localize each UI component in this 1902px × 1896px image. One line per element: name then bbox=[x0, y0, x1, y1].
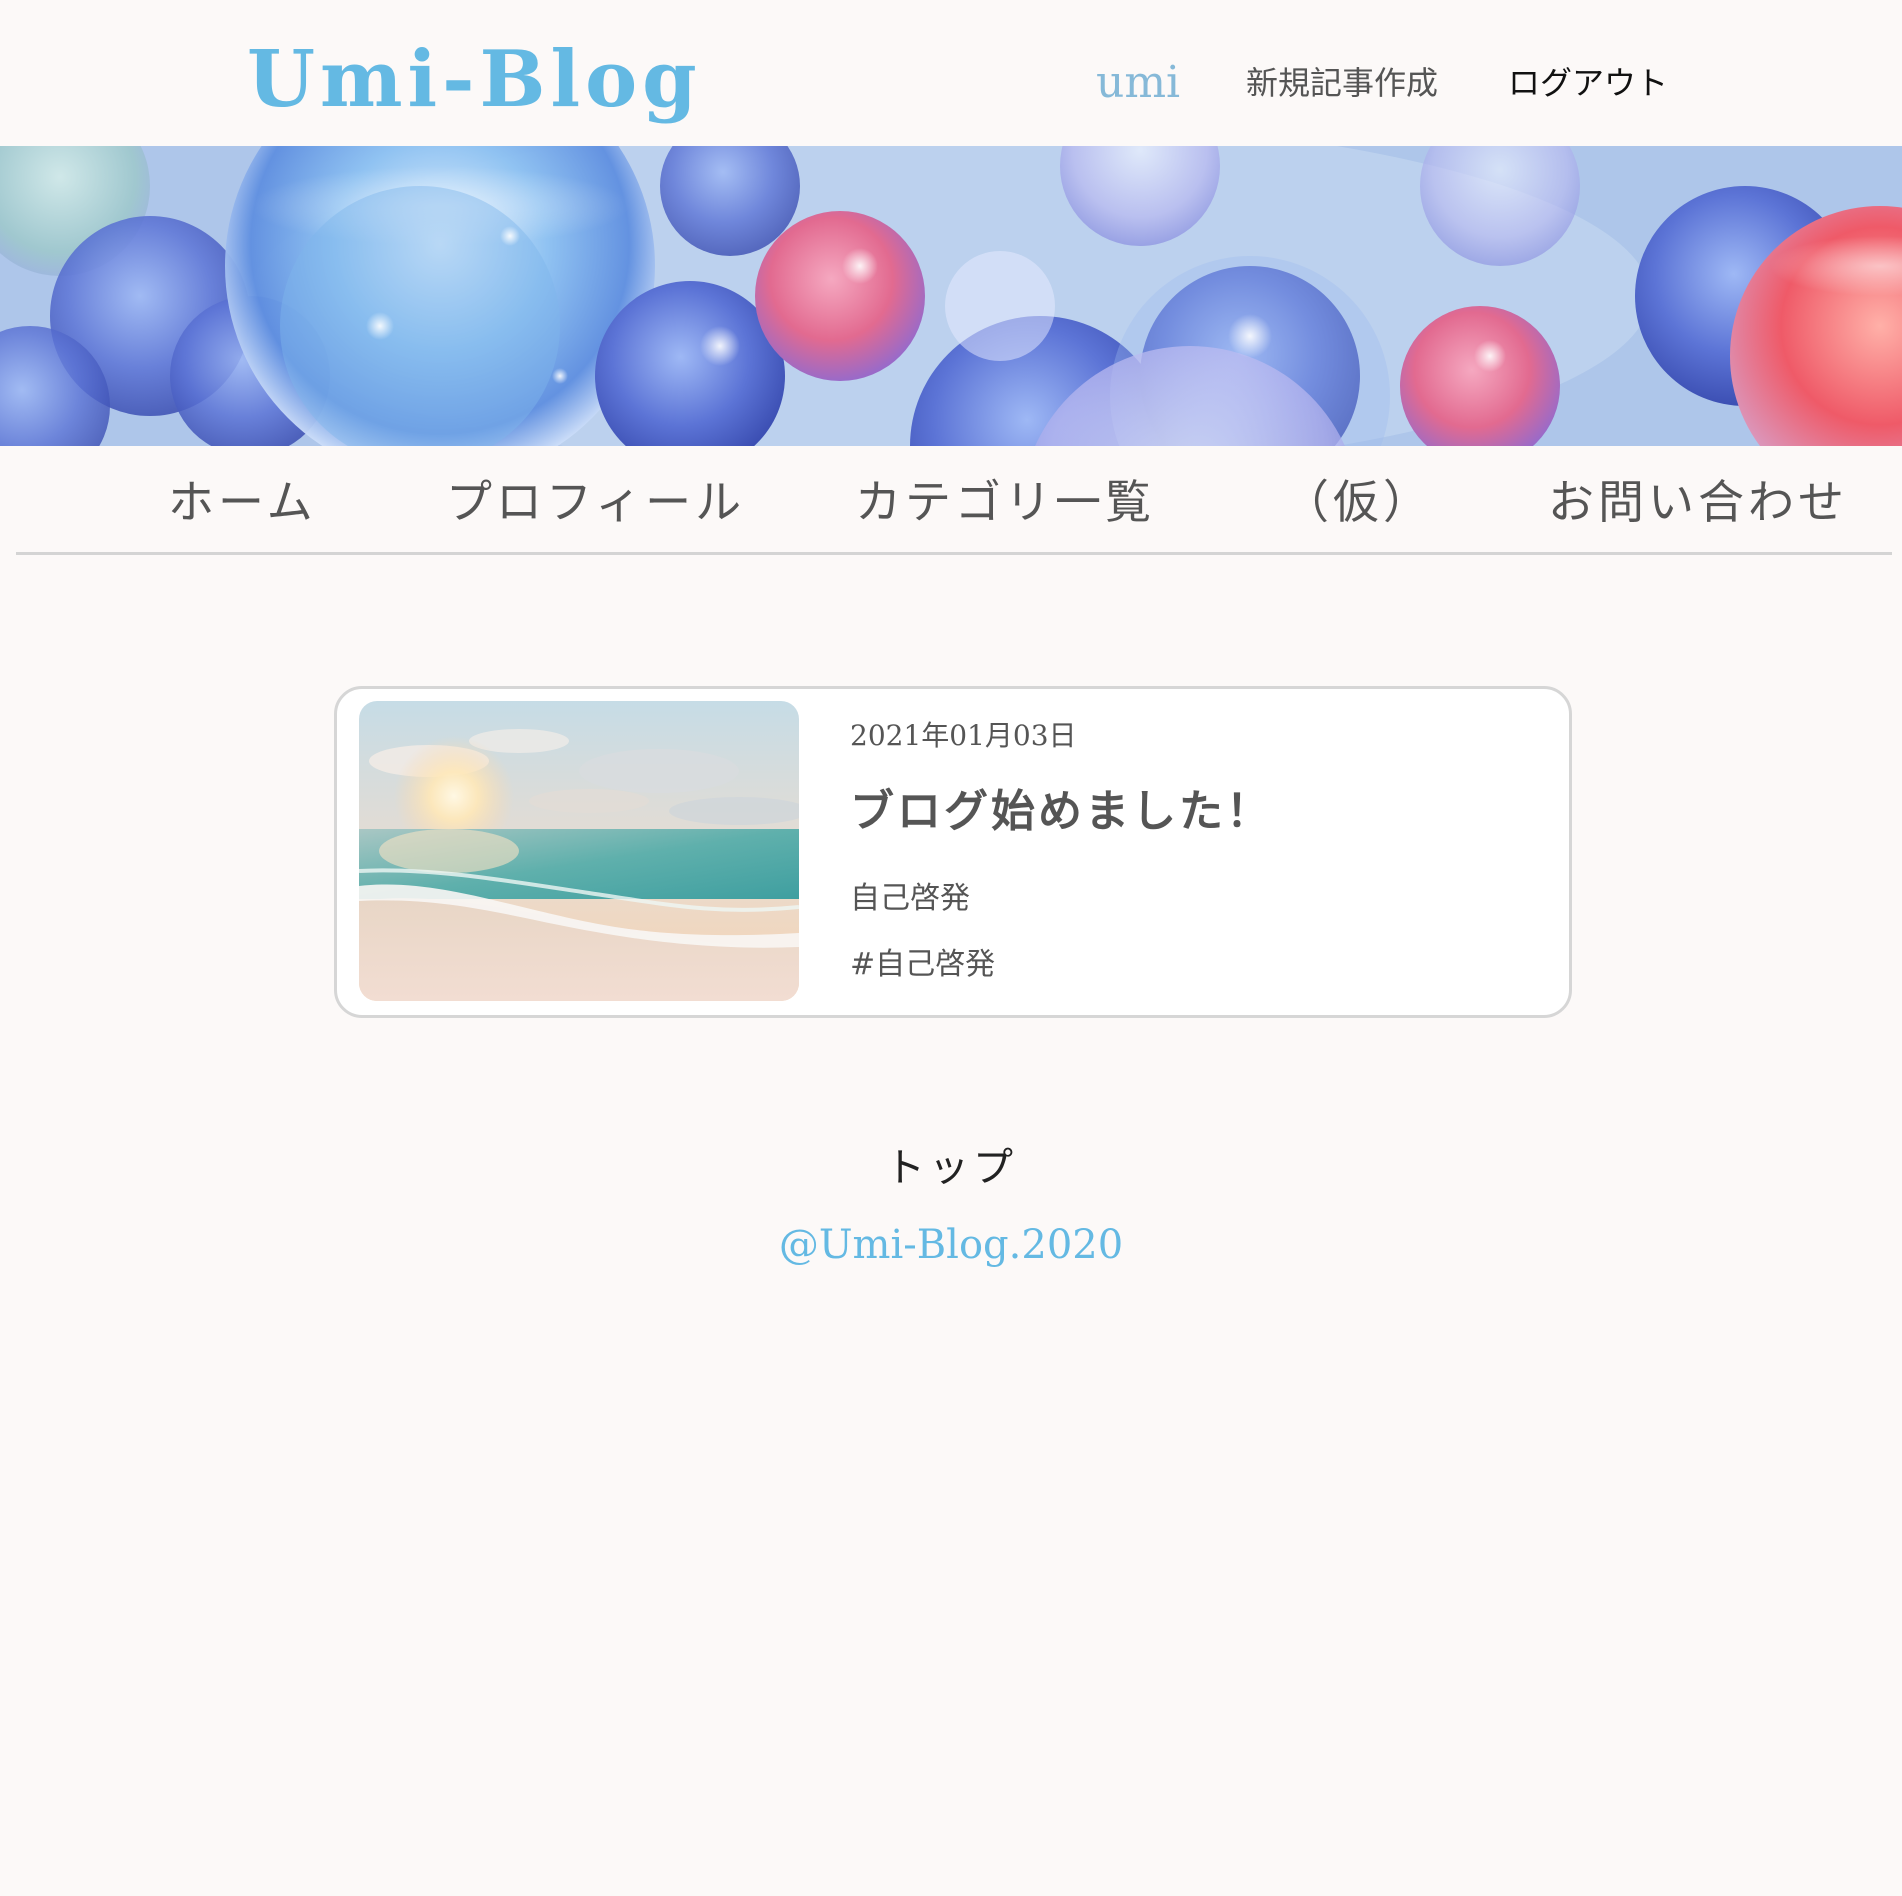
post-thumbnail-image[interactable] bbox=[359, 701, 799, 1001]
global-nav: ホーム プロフィール カテゴリ一覧 （仮） お問い合わせ bbox=[0, 446, 1902, 554]
nav-placeholder[interactable]: （仮） bbox=[1283, 474, 1433, 530]
site-logo[interactable]: Umi-Blog bbox=[247, 34, 702, 126]
new-post-link[interactable]: 新規記事作成 bbox=[1246, 58, 1438, 108]
logout-link[interactable]: ログアウト bbox=[1508, 58, 1668, 108]
post-title[interactable]: ブログ始めました！ bbox=[850, 785, 1273, 839]
copyright-text: @Umi-Blog.2020 bbox=[778, 1222, 1124, 1268]
nav-profile[interactable]: プロフィール bbox=[446, 474, 745, 530]
post-card[interactable]: 2021年01月03日 ブログ始めました！ 自己啓発 #自己啓発 bbox=[334, 686, 1572, 1018]
nav-contact[interactable]: お問い合わせ bbox=[1548, 474, 1848, 530]
site-header: Umi-Blog umi 新規記事作成 ログアウト bbox=[0, 0, 1902, 146]
post-category[interactable]: 自己啓発 bbox=[850, 879, 970, 919]
nav-divider bbox=[16, 552, 1892, 555]
user-name-link[interactable]: umi bbox=[1096, 58, 1180, 108]
nav-home[interactable]: ホーム bbox=[168, 474, 317, 530]
nav-categories[interactable]: カテゴリ一覧 bbox=[855, 474, 1155, 530]
post-tag[interactable]: #自己啓発 bbox=[850, 945, 995, 985]
back-to-top-link[interactable]: トップ bbox=[885, 1145, 1017, 1191]
post-date: 2021年01月03日 bbox=[850, 719, 1077, 752]
hero-banner-image bbox=[0, 146, 1902, 446]
footer-top-link-wrapper: トップ bbox=[0, 1140, 1902, 1196]
